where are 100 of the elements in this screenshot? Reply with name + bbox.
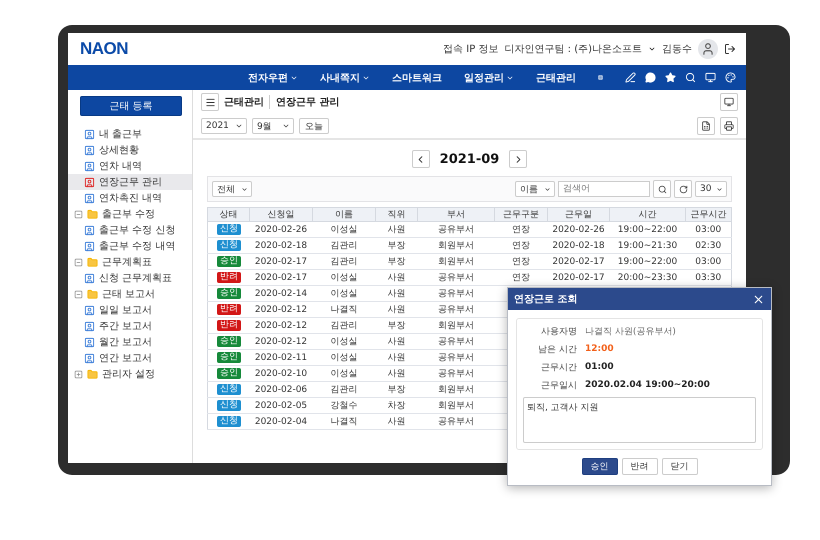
search-by-select[interactable]: 이름	[515, 181, 555, 197]
table-cell: 이성실	[312, 334, 376, 350]
page-icon	[84, 224, 95, 236]
nav-item[interactable]: 전자우편	[248, 70, 298, 84]
table-cell: 회원부서	[418, 382, 494, 398]
page-icon	[84, 304, 95, 316]
field-value: 2020.02.04 19:00~20:00	[585, 380, 710, 390]
month-select[interactable]: 9월	[252, 118, 294, 134]
table-cell: 부장	[376, 238, 418, 254]
tree-item[interactable]: 관리자 설정	[68, 366, 192, 382]
caret-icon	[235, 122, 243, 130]
tree-label: 출근부 수정 내역	[99, 240, 176, 253]
excel-button[interactable]	[697, 117, 715, 135]
table-cell: 나결직	[312, 414, 376, 430]
page-icon	[84, 192, 95, 204]
today-button[interactable]: 오늘	[299, 118, 329, 134]
nav-item[interactable]: 근태관리	[536, 70, 576, 84]
print-button[interactable]	[720, 117, 738, 135]
table-cell: 2020-02-17	[250, 270, 312, 286]
tree-item[interactable]: 근무계획표	[68, 254, 192, 270]
column-header: 근무일	[548, 208, 610, 222]
printer-icon	[724, 121, 734, 131]
tree-label: 신청 근무계획표	[99, 272, 172, 285]
search-icon[interactable]	[685, 72, 696, 83]
page-size-select[interactable]: 30	[695, 181, 727, 197]
table-cell: 2020-02-18	[548, 238, 610, 254]
dialog-button[interactable]: 닫기	[662, 458, 698, 475]
menu-button[interactable]	[201, 93, 219, 111]
tree-label: 상세현황	[99, 144, 139, 157]
tree-item[interactable]: 근태 보고서	[68, 286, 192, 302]
tree-label: 관리자 설정	[102, 368, 156, 381]
dialog-button[interactable]: 승인	[582, 458, 618, 475]
register-button[interactable]: 근태 등록	[80, 96, 182, 116]
breadcrumb-item[interactable]: 근태관리	[224, 95, 264, 109]
monitor-button[interactable]	[720, 93, 738, 111]
scope-select[interactable]: 전체	[212, 181, 252, 197]
field-label: 근무시간	[540, 362, 577, 374]
collapse-icon[interactable]	[74, 258, 83, 266]
star-icon[interactable]	[665, 72, 676, 83]
table-cell: 강철수	[312, 398, 376, 414]
note-field[interactable]: 퇴직, 고객사 지원	[523, 397, 756, 443]
next-button[interactable]	[509, 150, 528, 168]
nav-item[interactable]: 일정관리	[464, 70, 514, 84]
year-select[interactable]: 2021	[201, 118, 247, 134]
page-icon	[84, 128, 95, 140]
tree-item[interactable]: 주간 보고서	[68, 318, 192, 334]
field-value: 나결직 사원(공유부서)	[585, 326, 676, 338]
column-header: 상태	[208, 208, 250, 222]
field-label: 남은 시간	[537, 344, 577, 356]
tree-item[interactable]: 내 출근부	[68, 126, 192, 142]
tree-item[interactable]: 출근부 수정 신청	[68, 222, 192, 238]
table-cell: 2020-02-10	[250, 366, 312, 382]
monitor-icon[interactable]	[705, 72, 716, 83]
tree-item[interactable]: 일일 보고서	[68, 302, 192, 318]
table-cell: 김관리	[312, 254, 376, 270]
tree-item[interactable]: 출근부 수정 내역	[68, 238, 192, 254]
tree-item[interactable]: 상세현황	[68, 142, 192, 158]
header-link[interactable]: 접속 IP 정보	[443, 42, 498, 56]
palette-icon[interactable]	[725, 72, 736, 83]
header-link[interactable]: 디자인연구팀 : (주)나온소프트	[504, 42, 642, 56]
page-icon	[84, 320, 95, 332]
search-icon	[658, 184, 666, 194]
table-cell: 이성실	[312, 366, 376, 382]
close-icon[interactable]	[752, 292, 765, 306]
logout-icon[interactable]	[724, 43, 736, 55]
chat-icon[interactable]	[645, 72, 656, 83]
search-button[interactable]	[653, 180, 671, 198]
tree-label: 연간 보고서	[99, 352, 152, 365]
nav-item[interactable]: 사내쪽지	[320, 70, 370, 84]
status-badge: 반려	[216, 320, 241, 331]
field-label: 근무일시	[540, 380, 577, 392]
table-cell: 03:00	[686, 254, 732, 270]
pen-icon[interactable]	[625, 72, 636, 83]
column-header: 근무구분	[494, 208, 548, 222]
refresh-button[interactable]	[674, 180, 692, 198]
tree-item[interactable]: 연장근무 관리	[68, 174, 192, 190]
tree-item[interactable]: 출근부 수정	[68, 206, 192, 222]
table-cell: 사원	[376, 222, 418, 238]
tree-item[interactable]: 연간 보고서	[68, 350, 192, 366]
logo[interactable]: NAON	[80, 39, 128, 59]
table-cell: 김관리	[312, 318, 376, 334]
avatar[interactable]	[698, 39, 718, 59]
tree-item[interactable]: 월간 보고서	[68, 334, 192, 350]
expand-icon[interactable]	[74, 370, 83, 378]
table-cell: 공유부서	[418, 222, 494, 238]
page-icon	[84, 176, 95, 188]
tree-label: 연장근무 관리	[99, 176, 162, 189]
dialog-button[interactable]: 반려	[622, 458, 658, 475]
collapse-icon[interactable]	[74, 210, 83, 218]
refresh-icon	[678, 184, 688, 194]
tree-item[interactable]: 연차촉진 내역	[68, 190, 192, 206]
table-cell: 부장	[376, 382, 418, 398]
tree-item[interactable]: 연차 내역	[68, 158, 192, 174]
table-cell: 사원	[376, 366, 418, 382]
user-name: 김동수	[662, 43, 692, 56]
nav-item[interactable]: 스마트워크	[392, 70, 442, 84]
tree-item[interactable]: 신청 근무계획표	[68, 270, 192, 286]
search-field[interactable]: 검색어	[558, 181, 650, 197]
collapse-icon[interactable]	[74, 290, 83, 298]
previous-button[interactable]	[412, 150, 430, 168]
